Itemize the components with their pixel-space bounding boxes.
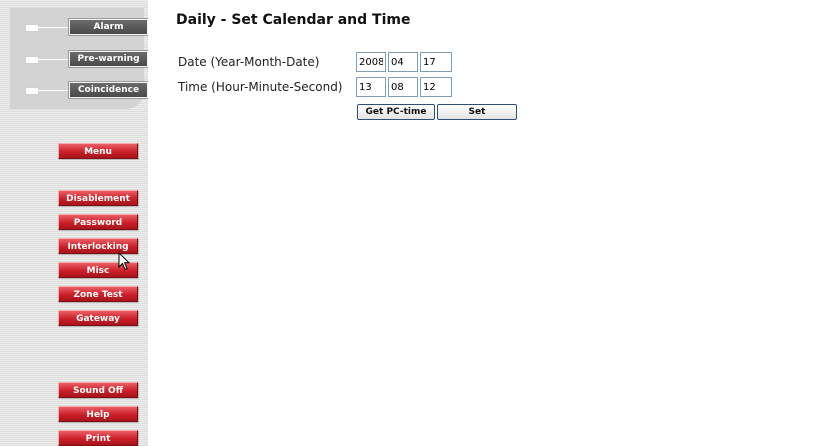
second-input[interactable] [420, 77, 452, 97]
prewarning-button[interactable]: Pre-warning [68, 50, 149, 68]
coincidence-indicator-icon [25, 87, 39, 95]
minute-input[interactable] [388, 77, 418, 97]
status-panel: Alarm Pre-warning Coincidence [10, 8, 149, 109]
help-button[interactable]: Help [58, 406, 138, 422]
prewarning-indicator-icon [25, 56, 39, 64]
gateway-button[interactable]: Gateway [58, 310, 138, 326]
get-pc-time-button[interactable]: Get PC-time [357, 104, 435, 120]
zone-test-button[interactable]: Zone Test [58, 286, 138, 302]
hour-input[interactable] [356, 77, 386, 97]
status-row-prewarning: Pre-warning [10, 50, 149, 68]
year-input[interactable] [356, 52, 386, 72]
month-input[interactable] [388, 52, 418, 72]
date-label: Date (Year-Month-Date) [178, 55, 320, 69]
main-content: Daily - Set Calendar and Time Date (Year… [148, 0, 824, 446]
indicator-line [38, 90, 70, 91]
password-button[interactable]: Password [58, 214, 138, 230]
coincidence-button[interactable]: Coincidence [68, 81, 149, 99]
day-input[interactable] [420, 52, 452, 72]
disablement-button[interactable]: Disablement [58, 190, 138, 206]
left-navigation: Alarm Pre-warning Coincidence Menu Disab… [0, 0, 149, 446]
page-title: Daily - Set Calendar and Time [176, 12, 411, 28]
alarm-indicator-icon [25, 24, 39, 32]
right-border [824, 0, 834, 446]
menu-button[interactable]: Menu [58, 143, 138, 159]
mouse-pointer-icon [118, 252, 130, 271]
alarm-button[interactable]: Alarm [68, 18, 149, 36]
status-row-coincidence: Coincidence [10, 81, 149, 99]
time-label: Time (Hour-Minute-Second) [178, 80, 343, 94]
indicator-line [38, 27, 70, 28]
sound-off-button[interactable]: Sound Off [58, 382, 138, 398]
set-button[interactable]: Set [437, 104, 517, 120]
status-row-alarm: Alarm [10, 18, 149, 36]
indicator-line [38, 59, 70, 60]
print-button[interactable]: Print [58, 430, 138, 446]
